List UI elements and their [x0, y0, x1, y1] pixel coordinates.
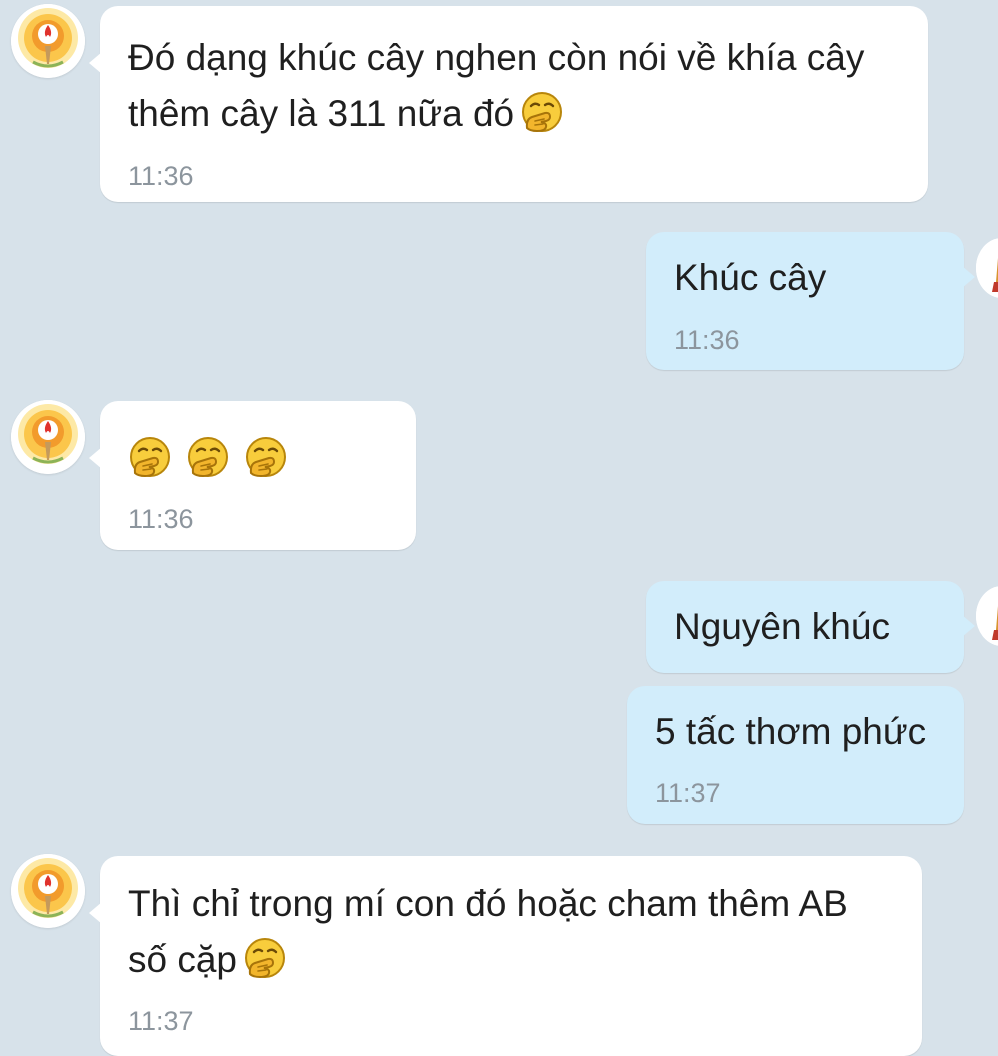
message-bubble-outgoing[interactable]: 5 tấc thơm phức 11:37	[627, 686, 964, 824]
message-text-line: Thì chỉ trong mí con đó hoặc cham thêm A…	[128, 883, 848, 924]
sender-avatar[interactable]	[11, 400, 85, 474]
hand-over-mouth-emoji-icon	[186, 435, 230, 479]
message-timestamp: 11:36	[674, 325, 740, 355]
message-text-line: Đó dạng khúc cây nghen còn nói về khía c…	[128, 37, 865, 78]
message-bubble-incoming[interactable]: Thì chỉ trong mí con đó hoặc cham thêm A…	[89, 856, 922, 1056]
message-text-line: Nguyên khúc	[674, 606, 890, 647]
self-avatar[interactable]	[976, 238, 998, 298]
message-text-line: số cặp	[128, 932, 287, 988]
hand-over-mouth-emoji-icon	[244, 435, 288, 479]
sender-avatar[interactable]	[11, 854, 85, 928]
message-bubble-outgoing[interactable]: Nguyên khúc	[646, 581, 975, 673]
message-timestamp: 11:37	[128, 1006, 194, 1036]
hand-over-mouth-emoji-icon	[520, 90, 564, 134]
message-timestamp: 11:36	[128, 504, 194, 534]
message-timestamp: 11:37	[655, 778, 721, 808]
message-text-line: thêm cây là 311 nữa đó	[128, 86, 564, 142]
sender-avatar[interactable]	[11, 4, 85, 78]
message-bubble-incoming[interactable]: 11:36	[89, 401, 416, 550]
emoji-row	[128, 435, 302, 479]
message-bubble-outgoing[interactable]: Khúc cây 11:36	[646, 232, 975, 370]
message-text-line: Khúc cây	[674, 257, 827, 298]
message-text-line: 5 tấc thơm phức	[655, 711, 927, 752]
hand-over-mouth-emoji-icon	[243, 936, 287, 980]
message-bubble-incoming[interactable]: Đó dạng khúc cây nghen còn nói về khía c…	[89, 6, 928, 202]
self-avatar[interactable]	[976, 586, 998, 646]
hand-over-mouth-emoji-icon	[128, 435, 172, 479]
message-timestamp: 11:36	[128, 161, 194, 191]
